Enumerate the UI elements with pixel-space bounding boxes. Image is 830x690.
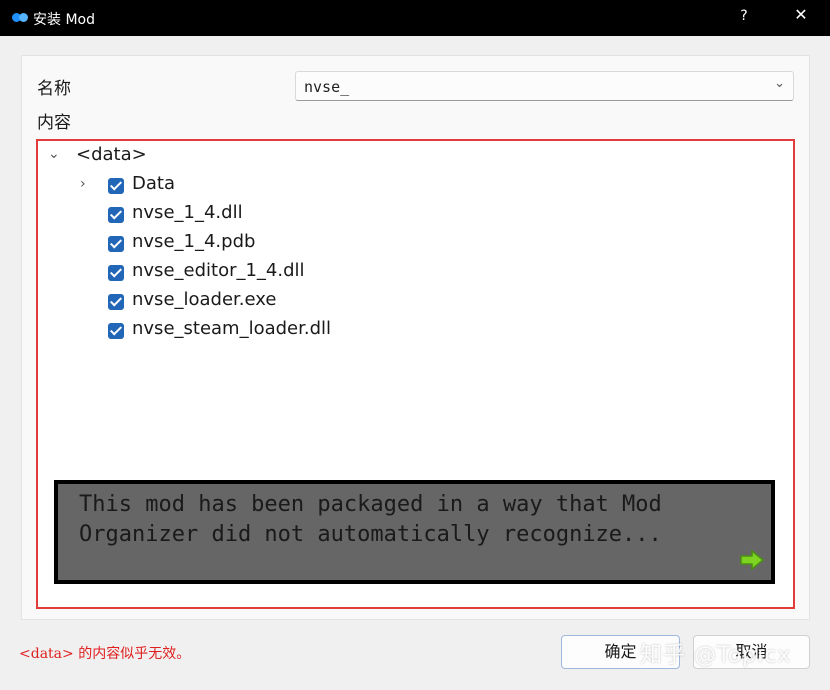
tree-item[interactable]: nvse_loader.exe (46, 289, 346, 315)
content-label: 内容 (37, 113, 71, 133)
tree-item-label: nvse_1_4.pdb (132, 231, 256, 252)
title-bar: 安装 Mod ? ✕ (0, 0, 830, 36)
checkbox-checked[interactable] (108, 294, 124, 310)
chevron-right-icon[interactable]: › (80, 176, 86, 192)
app-icon (12, 13, 28, 22)
window-title: 安装 Mod (33, 12, 95, 28)
tree-root-label: <data> (76, 144, 147, 165)
chevron-down-icon[interactable]: ⌄ (48, 146, 60, 162)
tree-item-label: nvse_steam_loader.dll (132, 318, 332, 339)
tree-item-label: nvse_editor_1_4.dll (132, 260, 305, 281)
checkbox-checked[interactable] (108, 236, 124, 252)
tree-item[interactable]: nvse_1_4.pdb (46, 231, 346, 257)
checkbox-checked[interactable] (108, 178, 124, 194)
tree-item-label: Data (132, 173, 175, 194)
name-label: 名称 (37, 79, 71, 99)
chevron-down-icon[interactable]: ⌄ (774, 76, 785, 91)
name-value: nvse_ (304, 78, 350, 96)
tree-item[interactable]: nvse_steam_loader.dll (46, 318, 366, 344)
status-message: <data> 的内容似乎无效。 (19, 646, 191, 662)
tree-item[interactable]: nvse_editor_1_4.dll (46, 260, 346, 286)
close-button[interactable]: ✕ (790, 5, 812, 29)
green-arrow-icon[interactable] (740, 550, 764, 570)
name-combobox[interactable]: nvse_ ⌄ (295, 71, 794, 101)
overlay-message: This mod has been packaged in a way that… (79, 492, 662, 547)
checkbox-checked[interactable] (108, 265, 124, 281)
unrecognized-mod-overlay: This mod has been packaged in a way that… (54, 480, 775, 584)
checkbox-checked[interactable] (108, 207, 124, 223)
checkbox-checked[interactable] (108, 323, 124, 339)
tree-item-label: nvse_loader.exe (132, 289, 277, 310)
watermark-text: 知乎 @Topicx (640, 643, 792, 668)
help-button[interactable]: ? (736, 8, 752, 28)
tree-item[interactable]: nvse_1_4.dll (46, 202, 346, 228)
tree-root-row[interactable]: ⌄ <data> (46, 144, 246, 170)
tree-item-label: nvse_1_4.dll (132, 202, 243, 223)
tree-item[interactable]: › Data (46, 173, 346, 199)
